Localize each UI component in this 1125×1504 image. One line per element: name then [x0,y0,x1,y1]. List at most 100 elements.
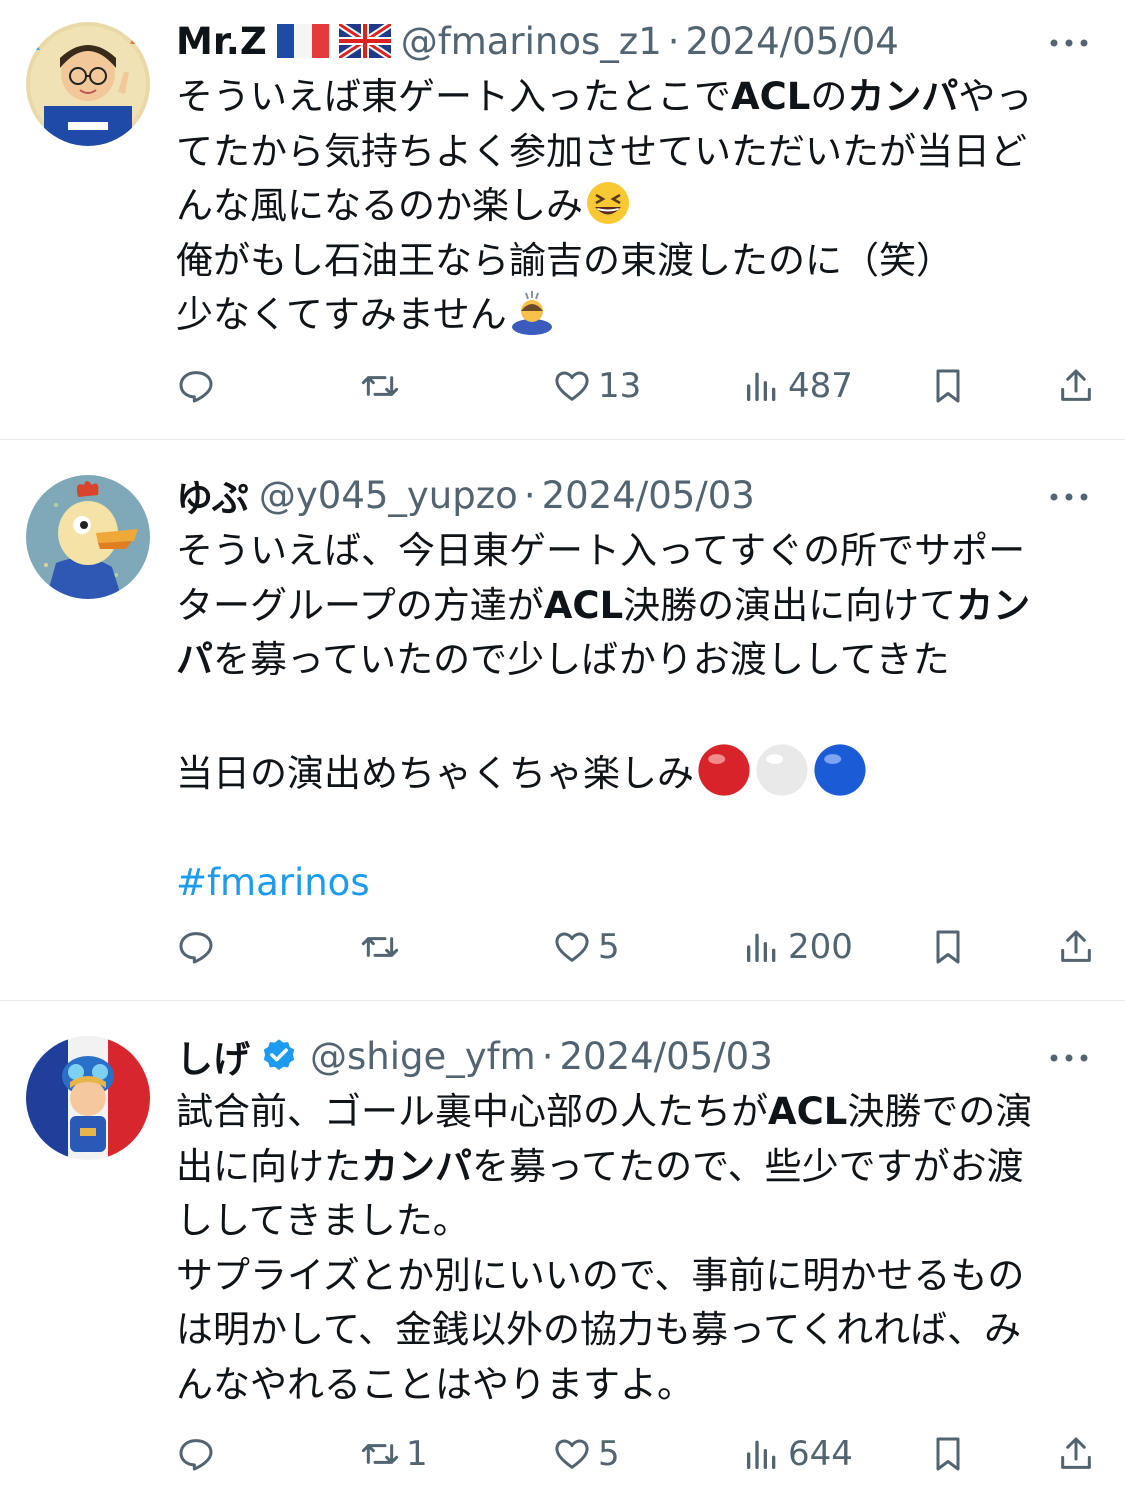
tweet-line: 当日の演出めちゃくちゃ楽しみ [176,742,1093,802]
bookmark-button[interactable] [928,358,968,414]
tweet-header: しげ @shige_yfm · 2024/05/03 [176,1029,1093,1083]
bowing-person-emoji-icon [511,291,552,335]
tweet-content: Mr.Z @fmarinos_z1 · 2024/05/04 そういえば東ゲート… [176,14,1093,343]
red-circle-emoji-icon [698,744,750,796]
share-icon [1061,930,1091,962]
display-name[interactable]: しげ [176,1029,250,1083]
tweet-content: ゆぷ @y045_yupzo · 2024/05/03 そういえば、今日東ゲート… [176,468,1093,911]
tweet-line [176,688,1093,743]
tweet-line-text: 少なくてすみません [176,293,507,336]
bookmark-icon [936,930,960,964]
like-count: 5 [598,927,620,967]
timestamp[interactable]: 2024/05/03 [560,1035,773,1078]
views-icon [747,1440,776,1469]
tweet-line: んな風になるのか楽しみ [176,179,1093,234]
retweet-icon [361,376,399,396]
tweet-line: そういえば、今日東ゲート入ってすぐの所でサポー [176,529,1026,572]
tweet-line: 少なくてすみません [176,288,1093,343]
retweet-button[interactable] [360,919,406,975]
handle[interactable]: @shige_yfm [310,1035,536,1078]
tweet-line: 試合前、ゴール裏中心部の人たちがACL決勝での演 [176,1090,1033,1133]
views-icon [747,372,776,401]
reply-button[interactable] [176,1426,222,1482]
tweet-line: ししてきました。 [176,1199,470,1242]
views-icon [747,933,776,962]
tweet-line-text: 当日の演出めちゃくちゃ楽しみ [176,752,694,795]
hashtag-link[interactable]: #fmarinos [176,856,1093,911]
share-button[interactable] [1056,1426,1096,1482]
views-button[interactable]: 200 [742,919,853,975]
bookmark-button[interactable] [928,919,968,975]
retweet-button[interactable]: 1 [360,1426,428,1482]
like-count: 5 [598,1434,620,1474]
tweet-line: サプライズとか別にいいので、事前に明かせるもの [176,1253,1025,1297]
timestamp[interactable]: 2024/05/04 [686,20,899,63]
separator: · [667,19,680,63]
display-name[interactable]: Mr.Z [176,20,267,63]
reply-button[interactable] [176,358,222,414]
retweet-count: 1 [406,1434,428,1474]
view-count: 644 [788,1434,853,1474]
handle[interactable]: @fmarinos_z1 [401,20,662,63]
tweet-line: パを募っていたので少しばかりお渡ししてきた [176,638,950,681]
avatar[interactable] [26,22,150,146]
reply-button[interactable] [176,919,222,975]
views-button[interactable]: 644 [742,1426,853,1482]
tweet-line: 出に向けたカンパを募ってたので、些少ですがお渡 [176,1144,1024,1188]
like-button[interactable]: 5 [552,1426,620,1482]
retweet-button[interactable] [360,358,406,414]
tweet-actions: 13 487 [176,358,1093,414]
tweet-line: は明かして、金銭以外の協力も募ってくれれば、み [176,1308,1022,1351]
bookmark-button[interactable] [928,1426,968,1482]
verified-badge-icon [263,1039,295,1071]
heart-icon [555,1439,589,1469]
tweet-content: しげ @shige_yfm · 2024/05/03 試合前、ゴール裏中心部の人… [176,1029,1093,1412]
share-button[interactable] [1056,919,1096,975]
heart-icon [555,371,589,401]
tweet-line: そういえば東ゲート入ったとこでACLのカンパやっ [176,75,1033,118]
more-icon[interactable] [1045,1043,1093,1073]
uk-flag-icon [338,24,391,58]
tweet-actions: 1 5 644 [176,1426,1093,1482]
tweet-line-text: んな風になるのか楽しみ [176,184,583,227]
separator: · [541,1034,554,1078]
avatar[interactable] [26,1036,150,1160]
tweet-text: 試合前、ゴール裏中心部の人たちがACL決勝での演 出に向けたカンパを募ってたので… [176,1085,1093,1412]
more-icon[interactable] [1045,28,1093,58]
tweet-feed: Mr.Z @fmarinos_z1 · 2024/05/04 そういえば東ゲート… [0,0,1125,1504]
share-icon [1061,369,1091,401]
views-button[interactable]: 487 [742,358,853,414]
tweet-header: Mr.Z @fmarinos_z1 · 2024/05/04 [176,14,1093,68]
tweet[interactable]: Mr.Z @fmarinos_z1 · 2024/05/04 そういえば東ゲート… [0,0,1125,440]
bookmark-icon [936,1437,960,1471]
reply-icon [179,932,213,964]
blue-circle-emoji-icon [814,744,866,796]
share-icon [1061,1437,1091,1469]
tweet-text: そういえば東ゲート入ったとこでACLのカンパやっ てたから気持ちよく参加させてい… [176,70,1093,343]
tweet-text: そういえば、今日東ゲート入ってすぐの所でサポー ターグループの方達がACL決勝の… [176,524,1093,911]
tweet-actions: 5 200 [176,919,1093,975]
grinning-squinting-face-emoji-icon [587,182,629,224]
view-count: 200 [788,927,853,967]
like-button[interactable]: 13 [552,358,641,414]
retweet-icon [361,937,399,957]
avatar[interactable] [26,475,150,599]
tweet-line [176,802,1093,857]
tweet[interactable]: ゆぷ @y045_yupzo · 2024/05/03 そういえば、今日東ゲート… [0,440,1125,1001]
retweet-icon [361,1444,399,1464]
reply-icon [179,1439,213,1471]
tweet-line: ターグループの方達がACL決勝の演出に向けてカン [176,583,1031,627]
tweet-line: 俺がもし石油王なら諭吉の束渡したのに（笑） [176,238,953,282]
tweet-actions [176,440,1093,496]
reply-icon [179,371,213,403]
france-flag-icon [276,24,329,58]
like-count: 13 [598,366,642,406]
bookmark-icon [936,369,960,403]
view-count: 487 [788,366,853,406]
heart-icon [555,932,589,962]
like-button[interactable]: 5 [552,919,620,975]
share-button[interactable] [1056,358,1096,414]
tweet-line: てたから気持ちよく参加させていただいたが当日ど [176,129,1027,173]
white-circle-emoji-icon [756,744,808,796]
tweet-line: んなやれることはやりますよ。 [176,1362,694,1406]
